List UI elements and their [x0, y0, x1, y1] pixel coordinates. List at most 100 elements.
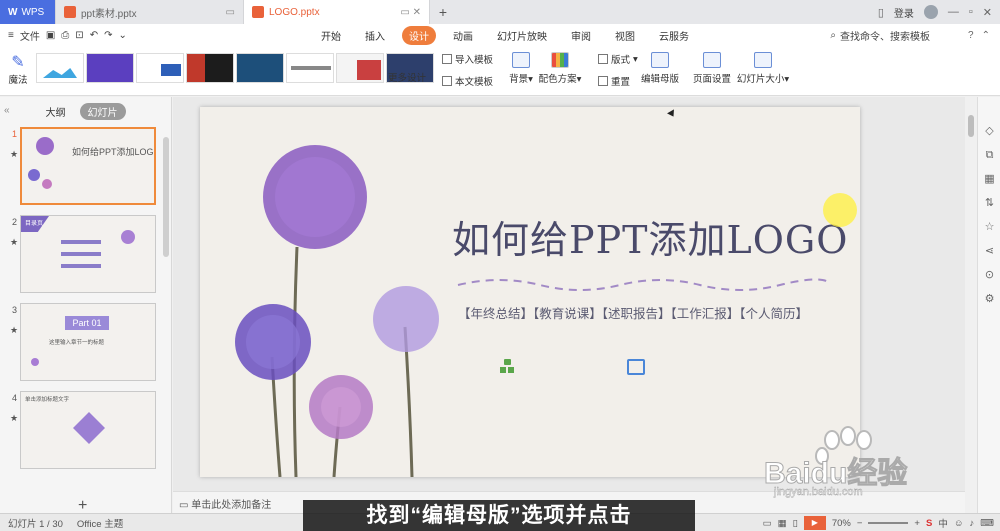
slide-number: 2: [12, 217, 18, 227]
monitor-icon[interactable]: ▭: [226, 7, 235, 18]
new-tab-button[interactable]: +: [430, 0, 456, 24]
edit-master-button[interactable]: 编辑母版: [640, 52, 680, 85]
undo-icon[interactable]: ↶: [90, 30, 98, 41]
this-template-label: 本文模板: [455, 77, 494, 88]
vertical-scrollbar[interactable]: [965, 97, 977, 491]
shape-icon[interactable]: ◇: [983, 125, 996, 138]
magic-button[interactable]: ✎ 魔法: [6, 52, 30, 86]
template-icon[interactable]: ▦: [983, 173, 996, 186]
slide-thumbnail-4[interactable]: 4 ★ 单击添加标题文字: [4, 391, 160, 471]
reset-label: 重置: [611, 77, 631, 88]
file-menu[interactable]: 文件: [20, 28, 40, 43]
login-label[interactable]: 登录: [894, 5, 914, 20]
reading-view-icon[interactable]: ▯: [793, 518, 798, 529]
zoom-slider[interactable]: [868, 522, 909, 524]
more-design-button[interactable]: 更多设计: [388, 70, 426, 84]
zoom-level[interactable]: 70%: [832, 518, 851, 529]
flow-icon[interactable]: ⇅: [983, 197, 996, 210]
keyboard-icon[interactable]: ⌨: [980, 518, 994, 529]
slide-thumbnail-1[interactable]: 1 ★ 如何给PPT添加LOGO: [4, 127, 160, 207]
save-icon[interactable]: ▣: [46, 30, 55, 41]
search-placeholder: 查找命令、搜索模板: [840, 31, 930, 43]
color-scheme-button[interactable]: 配色方案▾: [538, 52, 582, 85]
close-window-icon[interactable]: ✕: [983, 6, 992, 19]
import-template-button[interactable]: 导入模板: [442, 52, 493, 66]
play-slideshow-button[interactable]: ▶: [803, 516, 826, 530]
this-template-icon: [442, 76, 452, 86]
slide-thumbnail-3[interactable]: 3 ★ Part 01 这里输入章节一的标题: [4, 303, 160, 383]
tab-outline[interactable]: 大纲: [46, 104, 66, 119]
design-template[interactable]: [36, 53, 84, 83]
help-icon[interactable]: ?: [968, 30, 974, 41]
slide-thumbnail-2[interactable]: 2 ★ 目录页: [4, 215, 160, 295]
input-method-icon[interactable]: S: [926, 518, 932, 529]
zoom-out-icon[interactable]: −: [857, 518, 863, 529]
design-template[interactable]: [236, 53, 284, 83]
emoji-icon[interactable]: ☺: [954, 518, 964, 529]
menu-view[interactable]: 视图: [608, 26, 642, 45]
menu-design[interactable]: 设计: [402, 25, 436, 45]
command-search[interactable]: ⌕ 查找命令、搜索模板: [830, 28, 930, 43]
sorter-view-icon[interactable]: ▦: [778, 518, 787, 529]
hamburger-icon[interactable]: ≡: [8, 30, 14, 41]
collapse-panel-icon[interactable]: «: [4, 105, 10, 116]
layout-button[interactable]: 版式 ▾: [598, 52, 638, 66]
menu-home[interactable]: 开始: [314, 26, 348, 45]
menu-insert[interactable]: 插入: [358, 26, 392, 45]
document-tab-logo[interactable]: LOGO.pptx ▭ ✕: [244, 0, 430, 24]
scrollbar-thumb[interactable]: [968, 115, 974, 137]
design-template[interactable]: [86, 53, 134, 83]
print-icon[interactable]: ⎙: [61, 30, 69, 41]
maximize-icon[interactable]: ▫: [969, 6, 973, 18]
menu-animation[interactable]: 动画: [446, 26, 480, 45]
tab-slides[interactable]: 幻灯片: [79, 102, 126, 120]
slide-thumb-subtitle: 这里输入章节一的标题: [49, 340, 105, 346]
menu-review[interactable]: 审阅: [564, 26, 598, 45]
reset-button[interactable]: 重置: [598, 74, 630, 88]
avatar[interactable]: [923, 5, 938, 19]
background-button[interactable]: 背景▾: [506, 52, 536, 85]
notes-icon: ▭: [179, 500, 189, 511]
menu-slideshow[interactable]: 幻灯片放映: [490, 26, 554, 45]
theme-status: Office 主题: [76, 518, 124, 530]
edit-master-label: 编辑母版: [640, 74, 679, 85]
chinese-input-icon[interactable]: 中: [938, 516, 948, 530]
microphone-icon[interactable]: ♪: [970, 518, 975, 529]
share-icon[interactable]: ⋖: [983, 245, 996, 258]
org-chart-icon[interactable]: [500, 359, 514, 375]
design-template[interactable]: [336, 53, 384, 83]
wps-home-tab[interactable]: W WPS: [0, 0, 56, 24]
slide-size-icon: [754, 52, 772, 68]
settings-icon[interactable]: ⚙: [983, 293, 996, 306]
zoom-in-icon[interactable]: +: [914, 518, 920, 529]
redo-icon[interactable]: ↷: [104, 30, 112, 41]
slide-preview: 单击添加标题文字: [20, 391, 156, 469]
slide-size-button[interactable]: 幻灯片大小▾: [736, 52, 790, 85]
backup-icon[interactable]: ⊙: [983, 269, 996, 282]
design-template[interactable]: [136, 53, 184, 83]
menu-cloud[interactable]: 云服务: [652, 26, 696, 45]
dropdown-icon[interactable]: ⌄: [118, 30, 126, 41]
copy-icon[interactable]: ⧉: [983, 149, 996, 162]
page-setup-button[interactable]: 页面设置: [692, 52, 732, 85]
export-icon[interactable]: ⊡: [75, 30, 83, 41]
edit-master-icon: [651, 52, 669, 68]
import-template-icon: [442, 54, 452, 64]
panel-scrollbar[interactable]: [163, 137, 169, 257]
close-icon[interactable]: ▭ ✕: [400, 7, 421, 18]
pptx-file-icon: [64, 6, 76, 18]
window-layout-icon[interactable]: ▯: [878, 6, 884, 19]
minimize-icon[interactable]: —: [948, 6, 959, 18]
design-template[interactable]: [286, 53, 334, 83]
slide-subtitle-tags[interactable]: 【年终总结】【教育说课】【述职报告】【工作汇报】【个人简历】: [458, 303, 808, 322]
slide-title[interactable]: 如何给PPT添加LOGO: [452, 209, 848, 264]
slide-size-label: 幻灯片大小: [736, 74, 785, 85]
normal-view-icon[interactable]: ▭: [763, 518, 772, 529]
document-tab-ppt-material[interactable]: ppt素材.pptx ▭: [56, 0, 244, 24]
this-template-button[interactable]: 本文模板: [442, 74, 493, 88]
current-slide[interactable]: 如何给PPT添加LOGO 【年终总结】【教育说课】【述职报告】【工作汇报】【个人…: [200, 107, 860, 477]
calendar-icon[interactable]: [627, 359, 645, 375]
collapse-ribbon-icon[interactable]: ⌃: [982, 30, 990, 41]
design-template[interactable]: [186, 53, 234, 83]
star-outline-icon[interactable]: ☆: [983, 221, 996, 234]
